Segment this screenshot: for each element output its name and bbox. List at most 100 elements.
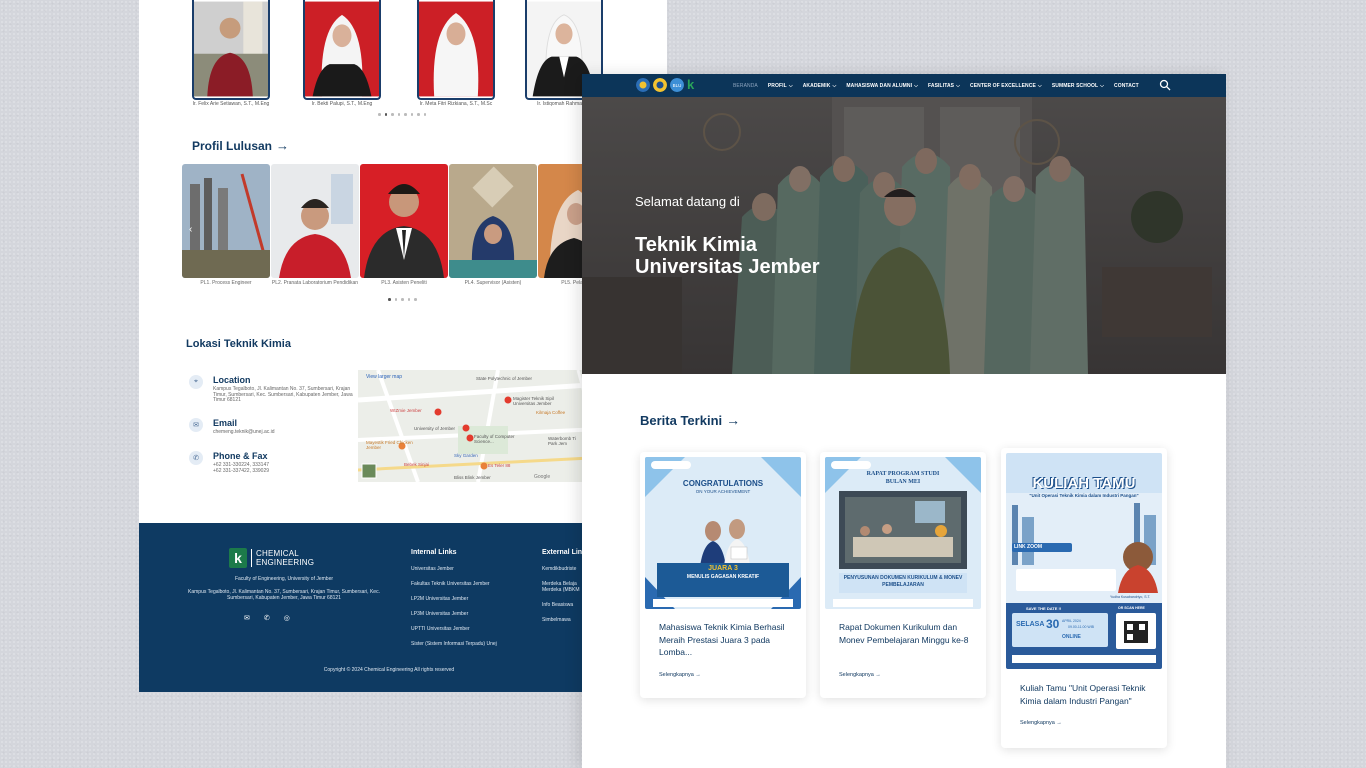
footer-social-links: ✉ ✆ ◎	[244, 614, 290, 622]
footer-internal-links: Internal Links Universitas Jember Fakult…	[411, 549, 497, 656]
svg-text:BLU: BLU	[673, 83, 682, 88]
poster-headline: KULIAH TAMU	[1032, 475, 1136, 492]
news-section-title[interactable]: Berita Terkini →	[640, 412, 740, 428]
chevron-down-icon: ⌵	[788, 82, 793, 89]
staff-card[interactable]	[303, 0, 381, 100]
carousel-prev-icon[interactable]: ‹	[189, 224, 192, 235]
alumni-label: PL4. Supervisor (Asisten)	[464, 280, 522, 286]
nav-item-summer-school[interactable]: SUMMER SCHOOL ⌵	[1052, 83, 1104, 89]
news-card[interactable]: KULIAH TAMU "Unit Operasi Teknik Kimia d…	[1001, 448, 1167, 748]
external-link[interactable]: Info Beasiswa	[542, 602, 582, 608]
alumni-label: PL2. Pranata Laboratorium Pendidikan	[271, 280, 359, 286]
poster-speaker: Yudha Kusabandriyo, S.T.	[1110, 595, 1151, 599]
internal-link[interactable]: Universitas Jember	[411, 566, 497, 572]
staff-carousel-dots[interactable]	[378, 113, 426, 116]
blu-logo-icon: BLU	[670, 78, 684, 92]
nav-item-fasilitas[interactable]: FASILITAS ⌵	[928, 83, 960, 89]
map-label: Faculty of Computer Science...	[474, 434, 515, 444]
poster-headline: CONGRATULATIONS	[682, 479, 764, 488]
hero-title: Teknik Kimia Universitas Jember	[635, 234, 820, 278]
poster-award: JUARA 3	[708, 565, 738, 572]
news-title[interactable]: Mahasiswa Teknik Kimia Berhasil Meraih P…	[659, 621, 789, 659]
nav-item-akademik[interactable]: AKADEMIK ⌵	[803, 83, 837, 89]
phone-text: +62 331-330224, 333147 +62 331-337422, 3…	[213, 462, 270, 474]
news-title-text: Berita Terkini	[640, 412, 723, 428]
footer-copyright: Copyright © 2024 Chemical Engineering Al…	[323, 667, 455, 673]
poster-day: SELASA	[1016, 621, 1045, 628]
external-link[interactable]: Merdeka (MBKM	[542, 587, 582, 593]
hero-banner: Selamat datang di Teknik Kimia Universit…	[582, 97, 1226, 374]
footer-logo[interactable]: k CHEMICAL ENGINEERING	[229, 548, 314, 568]
internal-links-title: Internal Links	[411, 549, 457, 556]
nav-item-mahasiswa-dan-alumni[interactable]: MAHASISWA DAN ALUMNI ⌵	[846, 83, 918, 89]
top-navbar: BLU k BERANDA PROFIL ⌵ AKADEMIK ⌵ MAHASISWA D…	[582, 74, 1226, 97]
ck-logo-icon: k	[687, 77, 695, 92]
instagram-icon[interactable]: ◎	[284, 614, 290, 622]
nav-item-beranda[interactable]: BERANDA	[733, 83, 758, 89]
arrow-right-icon: →	[276, 138, 290, 153]
poster-time: 09.00-11.00 WIB	[1068, 625, 1095, 629]
right-page-screenshot: BLU k BERANDA PROFIL ⌵ AKADEMIK ⌵ MAHASISWA D…	[582, 74, 1226, 768]
staff-photo	[305, 1, 379, 97]
ck-logo-icon: k	[229, 548, 247, 568]
alumni-title-text: Profil Lulusan	[192, 138, 273, 153]
hero-title-line1: Teknik Kimia	[635, 234, 757, 256]
alumni-photo	[182, 164, 270, 278]
alumni-section-title[interactable]: Profil Lulusan →	[192, 138, 289, 153]
internal-link[interactable]: LP2M Universitas Jember	[411, 596, 497, 602]
nav-item-contact[interactable]: CONTACT	[1114, 83, 1139, 89]
poster-save-date: SAVE THE DATE !!	[1026, 606, 1062, 611]
news-poster: KULIAH TAMU "Unit Operasi Teknik Kimia d…	[1006, 453, 1162, 669]
read-more-link[interactable]: Selengkapnya →	[659, 672, 701, 678]
alumni-card[interactable]	[449, 164, 537, 278]
external-link[interactable]: Simbelmawa	[542, 617, 582, 623]
alumni-card[interactable]	[182, 164, 270, 278]
footer-brand-line2: ENGINEERING	[256, 558, 315, 567]
poster-subhead: "Unit Operasi Teknik Kimia dalam Industr…	[1029, 493, 1139, 498]
email-text[interactable]: chemeng.teknik@unej.ac.id	[213, 429, 353, 436]
news-card[interactable]: RAPAT PROGRAM STUDI BULAN MEI PENYUSUNAN…	[820, 452, 986, 698]
search-icon[interactable]	[1159, 79, 1171, 91]
poster-zoom-label: LINK ZOOM	[1014, 544, 1043, 550]
internal-link[interactable]: Sister (Sistem Informasi Terpadu) Unej	[411, 641, 497, 647]
read-more-link[interactable]: Selengkapnya →	[839, 672, 881, 678]
map-pin-icon: ⌖	[189, 375, 203, 389]
location-section-title: Lokasi Teknik Kimia	[186, 338, 291, 350]
nav-item-profil[interactable]: PROFIL ⌵	[768, 83, 793, 89]
alumni-card[interactable]	[360, 164, 448, 278]
nav-item-label: AKADEMIK	[802, 82, 831, 89]
alumni-photo	[449, 164, 537, 278]
staff-card[interactable]	[192, 0, 270, 100]
nav-item-label: CENTER OF EXCELLENCE	[970, 82, 1036, 89]
nav-item-label: SUMMER SCHOOL	[1051, 82, 1099, 89]
poster-month: APRIL 2024	[1062, 619, 1081, 623]
news-card[interactable]: CONGRATULATIONS ON YOUR ACHIEVEMENT JUAR…	[640, 452, 806, 698]
alumni-card[interactable]	[271, 164, 359, 278]
map-label: Mayestik Fried Chicken Jember	[366, 440, 413, 450]
news-title[interactable]: Kuliah Tamu "Unit Operasi Teknik Kimia d…	[1020, 682, 1150, 707]
map-label: Waterbomb Ti Park Jem	[548, 436, 576, 446]
internal-link[interactable]: LP3M Universitas Jember	[411, 611, 497, 617]
staff-name: Ir. Bekti Palupi, S.T., M.Eng	[311, 101, 373, 107]
alumni-label: PL3. Asisten Peneliti	[381, 280, 427, 286]
staff-name: Ir. Felix Arie Setiawan, S.T., M.Eng	[192, 101, 270, 107]
phone-icon: ✆	[189, 451, 203, 465]
staff-photo	[194, 1, 268, 97]
read-more-link[interactable]: Selengkapnya →	[1020, 720, 1062, 726]
internal-link[interactable]: Fakultas Teknik Universitas Jember	[411, 581, 497, 587]
nav-item-label: MAHASISWA DAN ALUMNI	[846, 82, 913, 89]
map-view-larger-link[interactable]: View larger map	[366, 374, 402, 380]
internal-link[interactable]: UPTTI Universitas Jember	[411, 626, 497, 632]
alumni-carousel-dots[interactable]	[388, 298, 417, 301]
phone-icon[interactable]: ✆	[264, 614, 270, 622]
nav-logos[interactable]: BLU k	[636, 78, 699, 92]
staff-card[interactable]	[417, 0, 495, 100]
mail-icon[interactable]: ✉	[244, 614, 250, 622]
poster-caption: PENYUSUNAN DOKUMEN KURIKULUM & MONEV PEM…	[843, 575, 963, 588]
external-link[interactable]: Kemdikbudriste	[542, 566, 582, 572]
map-label: Sky Garden	[454, 453, 478, 458]
nav-item-center-of-excellence[interactable]: CENTER OF EXCELLENCE ⌵	[970, 83, 1042, 89]
mail-icon: ✉	[189, 418, 203, 432]
tut-wuri-logo-icon	[636, 78, 650, 92]
news-title[interactable]: Rapat Dokumen Kurikulum dan Monev Pembel…	[839, 621, 969, 646]
